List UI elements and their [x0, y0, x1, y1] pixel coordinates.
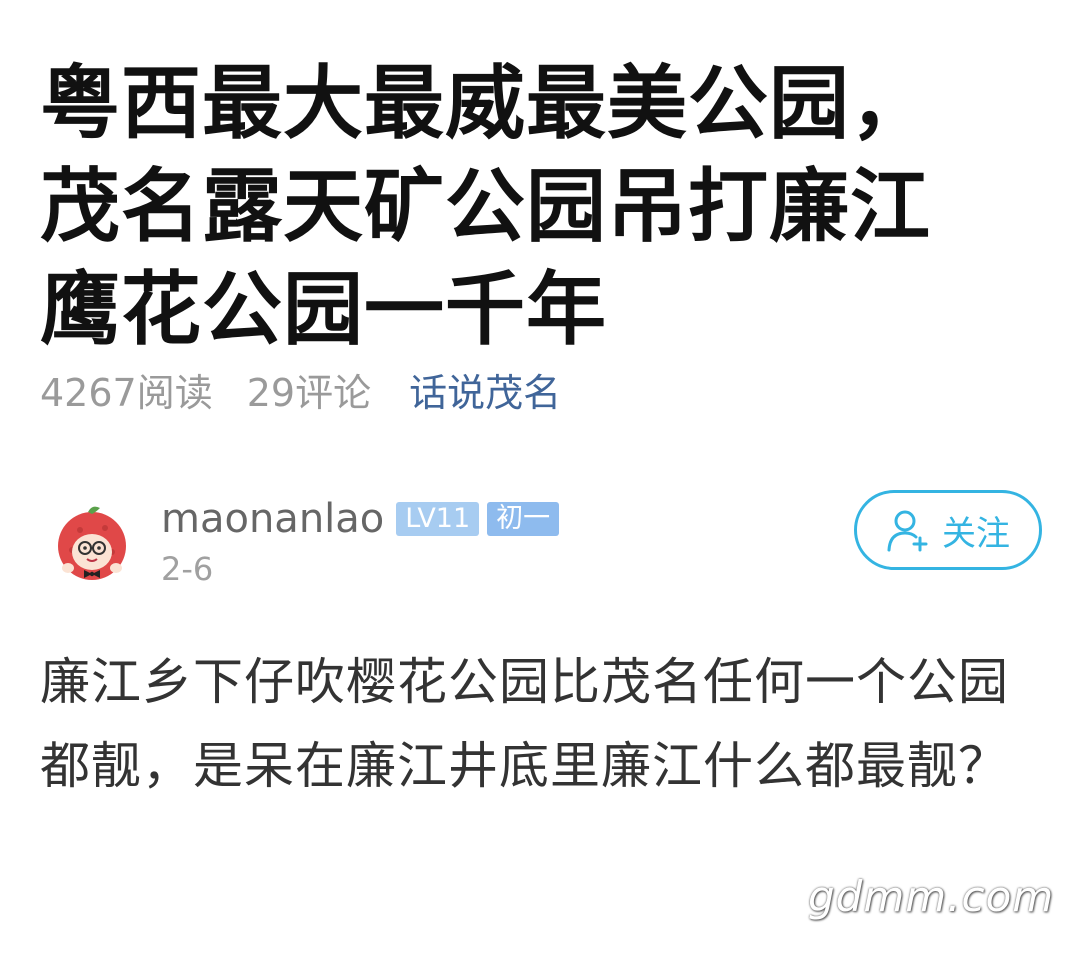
author-name-line: maonanlao LV11 初一 [161, 494, 567, 544]
follow-button[interactable]: 关注 [854, 490, 1042, 570]
level-badge: LV11 [396, 502, 480, 536]
add-user-icon [887, 510, 928, 552]
post-page: 粤西最大最威最美公园，茂名露天矿公园吊打廉江鹰花公园一千年 4267阅读 29评… [0, 0, 1080, 962]
comment-count[interactable]: 29评论 [247, 362, 371, 417]
post-content: 廉江乡下仔吹樱花公园比茂名任何一个公园都靓，是呆在廉江井底里廉江什么都最靓？ [40, 653, 1009, 795]
follow-label: 关注 [942, 513, 1010, 554]
avatar[interactable] [50, 502, 134, 586]
post-title: 粤西最大最威最美公园，茂名露天矿公园吊打廉江鹰花公园一千年 [40, 57, 931, 356]
topic-link[interactable]: 话说茂名 [409, 362, 561, 417]
read-count: 4267阅读 [40, 370, 213, 415]
author-row: maonanlao LV11 初一 2-6 关注 [40, 488, 1042, 598]
rank-badge: 初一 [487, 502, 560, 536]
author-name[interactable]: maonanlao [161, 496, 384, 542]
post-meta: 4267阅读 29评论 话说茂名 [40, 362, 561, 416]
watermark: gdmm.com [808, 872, 1055, 921]
post-date: 2-6 [161, 550, 214, 588]
